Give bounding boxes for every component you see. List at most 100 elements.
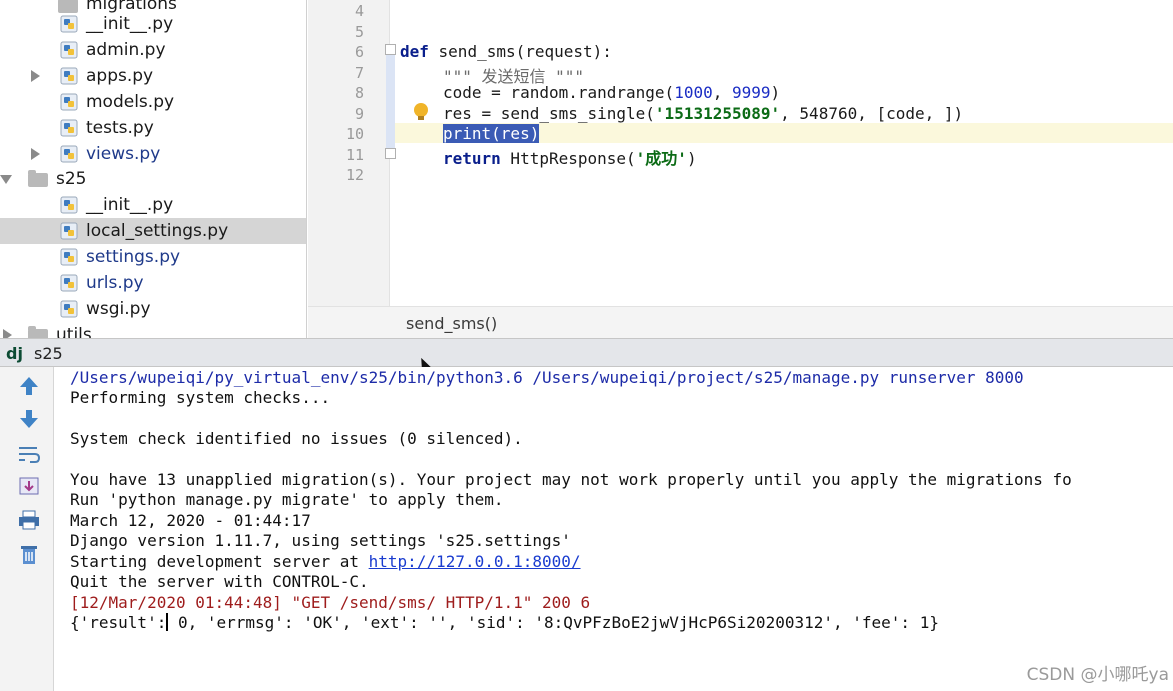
code-text: , 548760, [code, ]): [780, 104, 964, 123]
code-text: send_sms(request):: [428, 42, 612, 61]
tree-item-label: s25: [56, 169, 87, 189]
tree-item-label: urls.py: [86, 273, 144, 293]
console-line: March 12, 2020 - 01:44:17: [70, 511, 311, 530]
expand-arrow-icon[interactable]: [31, 148, 40, 160]
code-editor[interactable]: 4 5 6 7 8 9 10 11 12 def send_sms(reques…: [308, 0, 1173, 306]
expand-arrow-icon[interactable]: [3, 329, 12, 338]
line-number: 10: [345, 125, 364, 143]
code-text: ): [686, 149, 697, 168]
code-text: res = send_sms_single(: [443, 104, 655, 123]
ide-window: migrations __init__.py admin.py apps.py …: [0, 0, 1173, 691]
line-number: 8: [354, 84, 364, 102]
scroll-to-end-icon[interactable]: [16, 475, 42, 497]
tree-item-apps[interactable]: apps.py: [0, 63, 306, 89]
tree-item-label: __init__.py: [86, 195, 174, 215]
watermark: CSDN @小哪吒ya: [1026, 665, 1169, 685]
console-line: You have 13 unapplied migration(s). Your…: [70, 470, 1072, 489]
tree-item-label: admin.py: [86, 40, 166, 60]
line-number: 5: [354, 23, 364, 41]
python-file-icon: [60, 274, 78, 292]
line-number: 9: [354, 105, 364, 123]
expand-arrow-icon[interactable]: [31, 70, 40, 82]
folder-icon: [28, 326, 48, 338]
code-text: HttpResponse(: [500, 149, 636, 168]
django-icon: dj: [6, 344, 23, 363]
soft-wrap-icon[interactable]: [16, 443, 42, 465]
console-text: 0, 'errmsg': 'OK', 'ext': '', 'sid': '8:…: [168, 613, 939, 632]
console-line: {'result': 0, 'errmsg': 'OK', 'ext': '',…: [70, 613, 939, 632]
run-toolbar: [0, 367, 54, 691]
code-text: code = random.randrange(: [443, 83, 675, 102]
line-number: 6: [354, 43, 364, 61]
tree-item-models[interactable]: models.py: [0, 89, 306, 115]
run-panel-header[interactable]: dj s25: [0, 338, 1173, 367]
console-text: Starting development server at: [70, 552, 369, 571]
editor-breadcrumb[interactable]: send_sms(): [308, 306, 1173, 338]
tree-item-wsgi[interactable]: wsgi.py: [0, 296, 306, 322]
tree-item-admin[interactable]: admin.py: [0, 37, 306, 63]
tree-item-label: __init__.py: [86, 14, 174, 34]
python-file-icon: [60, 67, 78, 85]
python-file-icon: [60, 145, 78, 163]
arrow-up-icon[interactable]: [16, 375, 42, 397]
arrow-down-icon[interactable]: [16, 408, 42, 430]
console-line: Django version 1.11.7, using settings 's…: [70, 531, 571, 550]
line-number: 12: [345, 166, 364, 184]
python-file-icon: [60, 248, 78, 266]
tree-item-local-settings[interactable]: local_settings.py: [0, 218, 306, 244]
lightbulb-icon[interactable]: [414, 103, 428, 120]
collapse-arrow-icon[interactable]: [0, 175, 12, 184]
console-line: System check identified no issues (0 sil…: [70, 429, 523, 448]
code-line-9[interactable]: res = send_sms_single('15131255089', 548…: [443, 104, 963, 123]
server-url-link[interactable]: http://127.0.0.1:8000/: [369, 552, 581, 571]
tree-item-urls[interactable]: urls.py: [0, 270, 306, 296]
console-line: Performing system checks...: [70, 388, 331, 407]
python-file-icon: [60, 222, 78, 240]
tree-item-label: models.py: [86, 92, 175, 112]
trash-icon[interactable]: [16, 543, 42, 565]
tree-item-label: utils: [56, 325, 92, 338]
tree-item-s25[interactable]: s25: [0, 166, 306, 192]
folder-icon: [28, 170, 48, 187]
tree-item-label: settings.py: [86, 247, 181, 267]
tree-item-label: tests.py: [86, 118, 154, 138]
python-file-icon: [60, 41, 78, 59]
console-line: Quit the server with CONTROL-C.: [70, 572, 369, 591]
python-file-icon: [60, 93, 78, 111]
code-line-8[interactable]: code = random.randrange(1000, 9999): [443, 83, 780, 102]
tree-item-utils[interactable]: utils: [0, 322, 306, 338]
console-line: Run 'python manage.py migrate' to apply …: [70, 490, 504, 509]
tree-item-settings[interactable]: settings.py: [0, 244, 306, 270]
string-literal: '15131255089': [654, 104, 781, 123]
code-text: ,: [712, 83, 732, 102]
code-text: ): [770, 83, 781, 102]
python-file-icon: [60, 196, 78, 214]
keyword: def: [400, 42, 429, 61]
fold-end-icon[interactable]: [385, 148, 396, 159]
project-tree[interactable]: migrations __init__.py admin.py apps.py …: [0, 0, 307, 338]
console-line: Starting development server at http://12…: [70, 552, 581, 571]
code-line-6[interactable]: def send_sms(request):: [400, 42, 612, 61]
tree-item-tests[interactable]: tests.py: [0, 115, 306, 141]
console-output[interactable]: /Users/wupeiqi/py_virtual_env/s25/bin/py…: [55, 367, 1173, 691]
tree-item-init[interactable]: __init__.py: [0, 11, 306, 37]
tree-item-views[interactable]: views.py: [0, 141, 306, 167]
tree-item-label: apps.py: [86, 66, 154, 86]
tree-item-s25-init[interactable]: __init__.py: [0, 192, 306, 218]
number-literal: 9999: [731, 83, 771, 102]
breadcrumb-item[interactable]: send_sms(): [406, 314, 497, 333]
fold-region: [386, 48, 395, 156]
selected-text[interactable]: print(res): [443, 124, 540, 143]
code-line-10[interactable]: print(res): [443, 124, 540, 143]
console-line: [12/Mar/2020 01:44:48] "GET /send/sms/ H…: [70, 593, 591, 612]
fold-start-icon[interactable]: [385, 44, 396, 55]
python-file-icon: [60, 15, 78, 33]
tree-item-label: views.py: [86, 144, 161, 164]
tree-item-label: wsgi.py: [86, 299, 151, 319]
string-literal: '成功': [635, 149, 687, 168]
code-line-11[interactable]: return HttpResponse('成功'): [443, 145, 697, 169]
run-config-title[interactable]: s25: [34, 344, 63, 363]
number-literal: 1000: [674, 83, 713, 102]
python-file-icon: [60, 300, 78, 318]
print-icon[interactable]: [16, 509, 42, 531]
